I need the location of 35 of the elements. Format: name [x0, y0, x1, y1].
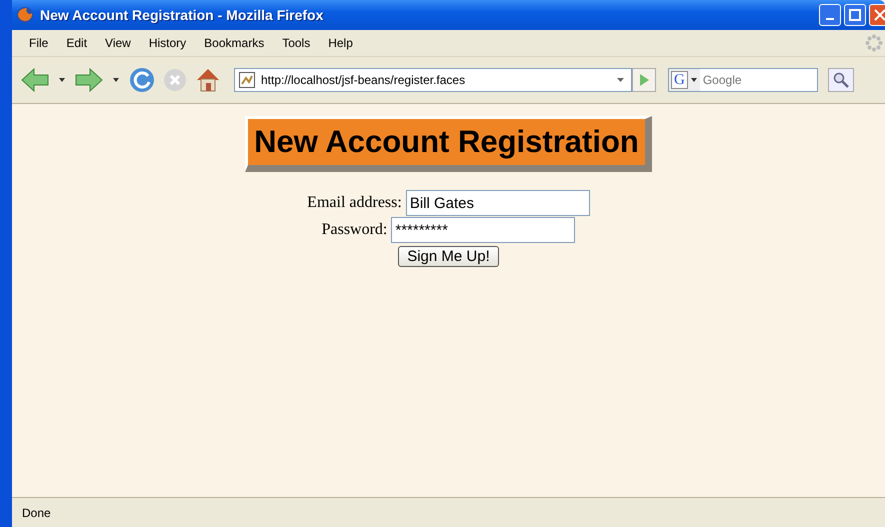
maximize-button[interactable] — [844, 4, 866, 26]
page-heading: New Account Registration — [245, 116, 652, 172]
field-label: Password: — [322, 221, 388, 240]
menu-item[interactable]: History — [140, 36, 196, 50]
search-icon[interactable] — [828, 68, 854, 92]
menu-item[interactable]: Help — [319, 36, 362, 50]
address-bar[interactable]: http://localhost/jsf-beans/register.faces — [234, 68, 632, 92]
reload-button[interactable] — [128, 66, 156, 94]
globe-icon — [16, 6, 34, 24]
menu-item[interactable]: View — [96, 36, 140, 50]
window-title: New Account Registration - Mozilla Firefox — [40, 7, 324, 23]
go-button[interactable] — [632, 68, 656, 92]
field-label: Email address: — [307, 194, 402, 212]
minimize-icon — [826, 18, 834, 20]
url-text: http://localhost/jsf-beans/register.faces — [261, 73, 466, 87]
menu-item[interactable]: Tools — [273, 36, 320, 50]
dropdown-icon[interactable] — [112, 77, 120, 83]
close-button[interactable] — [869, 4, 885, 26]
status-text: Done — [22, 506, 51, 520]
menu-item[interactable]: File — [20, 36, 58, 50]
maximize-icon — [849, 9, 861, 21]
minimize-button[interactable] — [819, 4, 841, 26]
back-button[interactable] — [20, 67, 50, 93]
menu-item[interactable]: Edit — [57, 36, 96, 50]
page-icon — [239, 72, 255, 88]
input-field[interactable]: Bill Gates — [406, 190, 590, 216]
forward-button[interactable] — [74, 67, 104, 93]
menu-item[interactable]: Bookmarks — [195, 36, 274, 50]
dropdown-icon[interactable] — [58, 77, 66, 83]
close-icon — [874, 9, 885, 21]
play-icon — [638, 73, 650, 87]
throbber-icon — [865, 34, 883, 52]
sign-up-button[interactable]: Sign Me Up! — [398, 246, 499, 268]
dropdown-icon[interactable] — [616, 77, 625, 83]
input-field[interactable]: ********* — [391, 217, 576, 244]
